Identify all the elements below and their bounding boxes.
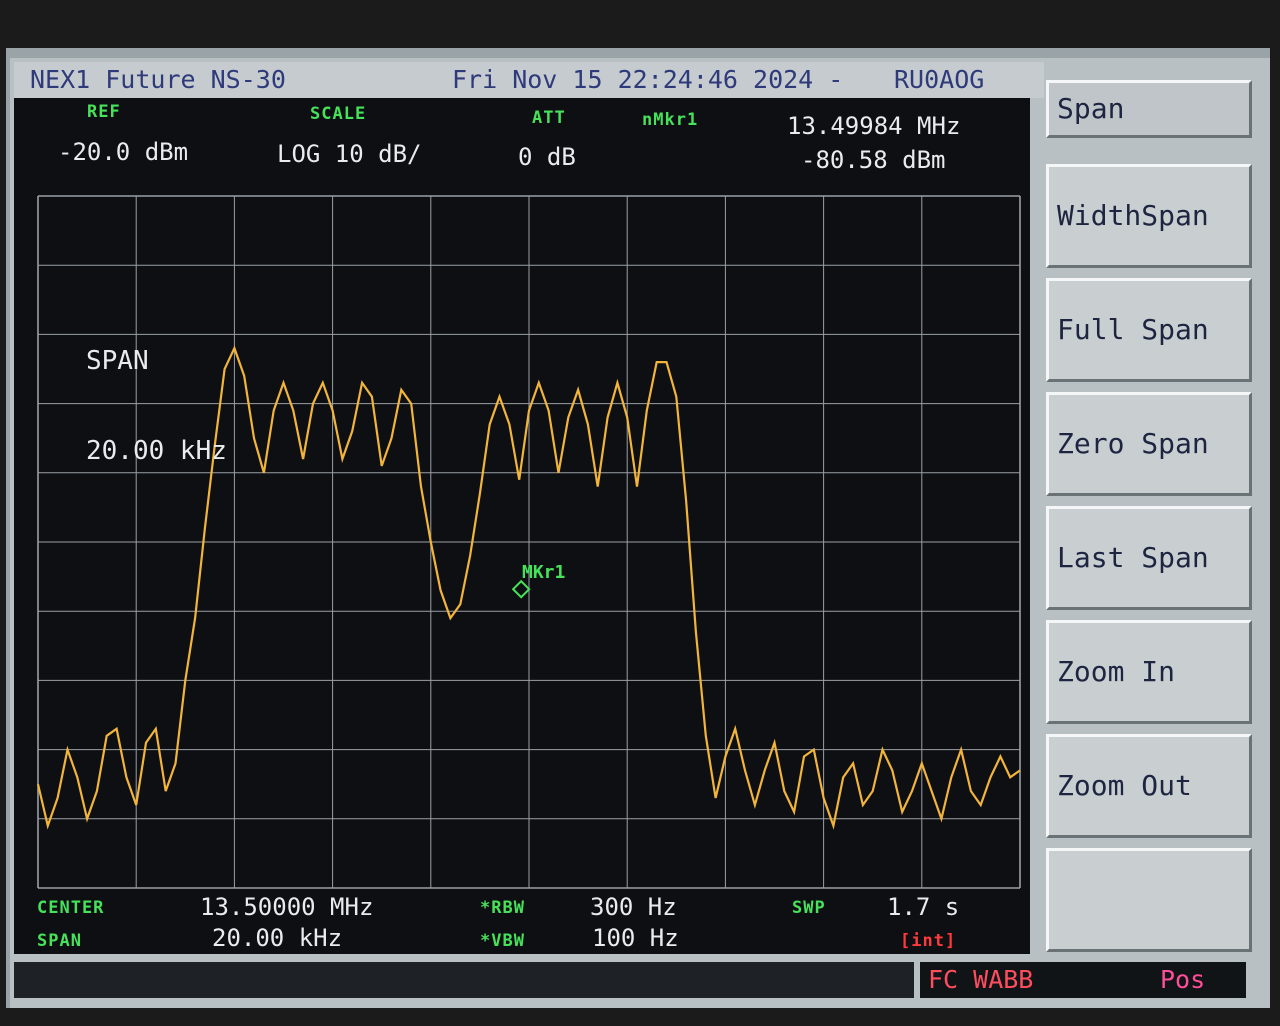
softkey-menu-title: Span <box>1046 80 1252 138</box>
status-fc: FC WABB <box>928 965 1034 994</box>
rbw-label: *RBW <box>480 898 525 918</box>
span-value: 20.00 kHz <box>212 924 343 952</box>
sweep-label: SWP <box>792 898 826 918</box>
callsign: RU0AOG <box>894 65 985 94</box>
span-annotation: SPAN 20.00 kHz <box>86 286 227 526</box>
sweep-value: 1.7 s <box>887 893 960 921</box>
span-annotation-value: 20.00 kHz <box>86 436 227 466</box>
softkey-blank[interactable] <box>1046 848 1252 952</box>
softkey-zoom-out[interactable]: Zoom Out <box>1046 734 1252 838</box>
title-bar: NEX1 Future NS-30 Fri Nov 15 22:24:46 20… <box>14 62 1044 98</box>
softkey-zero-span[interactable]: Zero Span <box>1046 392 1252 496</box>
span-annotation-title: SPAN <box>86 346 149 376</box>
date-time: Fri Nov 15 22:24:46 2024 - <box>452 65 844 94</box>
vbw-value: 100 Hz <box>592 924 679 952</box>
softkey-zoom-in[interactable]: Zoom In <box>1046 620 1252 724</box>
instrument-model: NEX1 Future NS-30 <box>30 65 286 94</box>
center-label: CENTER <box>37 898 105 918</box>
spectrum-plot <box>36 195 1021 889</box>
status-position: Pos <box>1160 965 1206 994</box>
center-value: 13.50000 MHz <box>200 893 374 921</box>
softkey-width-span[interactable]: WidthSpan <box>1046 164 1252 268</box>
softkey-panel: Span WidthSpan Full Span Zero Span Last … <box>1040 62 1266 962</box>
spectrum-display: REF -20.0 dBm SCALE LOG 10 dB/ ATT 0 dB … <box>14 98 1030 954</box>
span-label: SPAN <box>37 931 82 951</box>
int-indicator: [int] <box>900 931 957 951</box>
marker-icon <box>511 579 531 599</box>
vbw-label: *VBW <box>480 931 525 951</box>
softkey-last-span[interactable]: Last Span <box>1046 506 1252 610</box>
softkey-full-span[interactable]: Full Span <box>1046 278 1252 382</box>
rbw-value: 300 Hz <box>590 893 677 921</box>
marker-diamond <box>511 579 531 599</box>
status-bar <box>14 962 914 998</box>
marker-tag: MKr1 <box>522 562 566 583</box>
